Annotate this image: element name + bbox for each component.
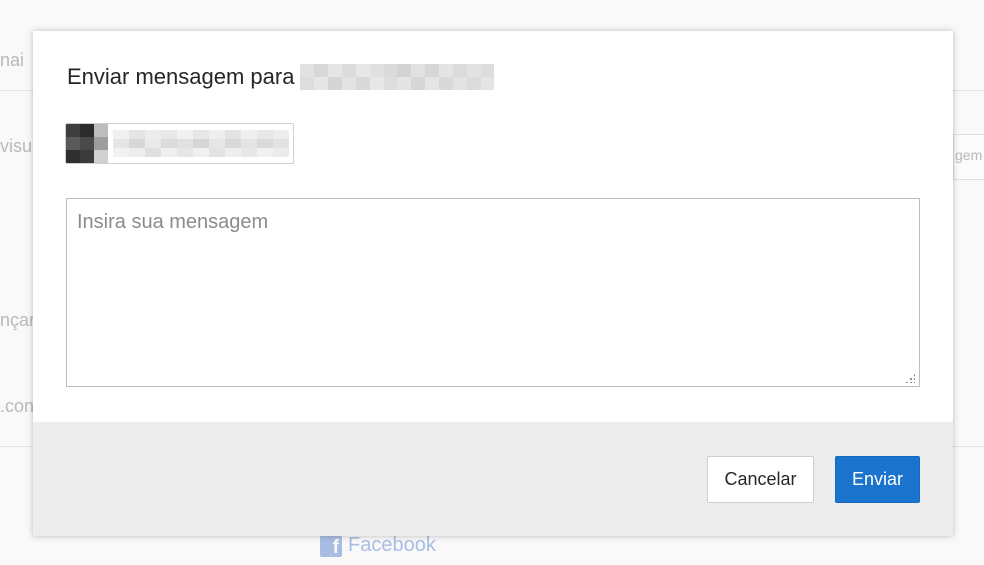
send-message-dialog: Enviar mensagem para Cancelar Enviar [33, 31, 953, 536]
cancel-button[interactable]: Cancelar [707, 456, 814, 503]
recipient-chip [65, 123, 294, 164]
background-text: .con [0, 396, 35, 416]
recipient-chip-name-redacted [113, 129, 289, 158]
recipient-name-redacted [300, 64, 495, 90]
send-button[interactable]: Enviar [835, 456, 920, 503]
facebook-label: Facebook [348, 534, 436, 556]
message-input[interactable] [66, 198, 920, 387]
dialog-header: Enviar mensagem para [67, 64, 495, 90]
facebook-link: f Facebook [320, 534, 436, 557]
dialog-title: Enviar mensagem para [67, 64, 295, 89]
background-text: gem [955, 147, 983, 163]
avatar [66, 124, 108, 163]
background-text: visu [0, 136, 33, 156]
background-text: nçar [0, 310, 36, 330]
dialog-footer: Cancelar Enviar [33, 422, 953, 536]
background-text: nai [0, 50, 25, 70]
facebook-icon: f [320, 534, 342, 557]
